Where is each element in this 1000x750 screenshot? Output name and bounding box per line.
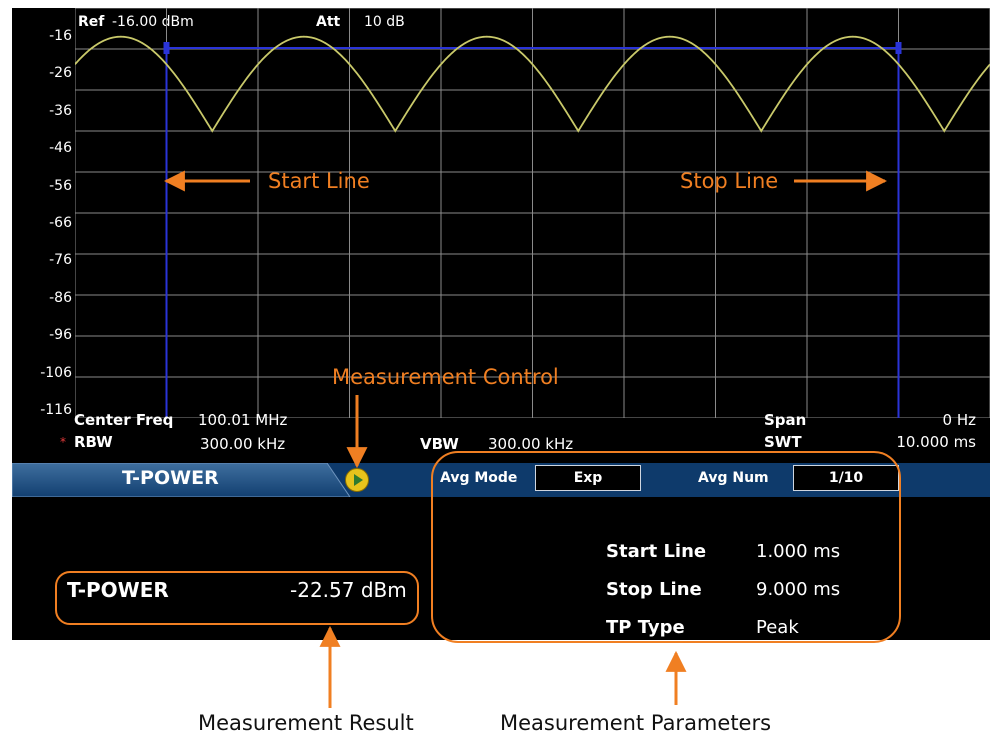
measurement-parameters-caption: Measurement Parameters — [500, 711, 772, 735]
result-highlight-box — [55, 571, 419, 625]
measurement-result-caption: Measurement Result — [198, 711, 414, 735]
measurement-control-annotation: Measurement Control — [332, 365, 559, 389]
start-line-annotation: Start Line — [268, 169, 370, 193]
parameters-highlight-box — [431, 451, 901, 643]
stop-line-annotation: Stop Line — [680, 169, 779, 193]
